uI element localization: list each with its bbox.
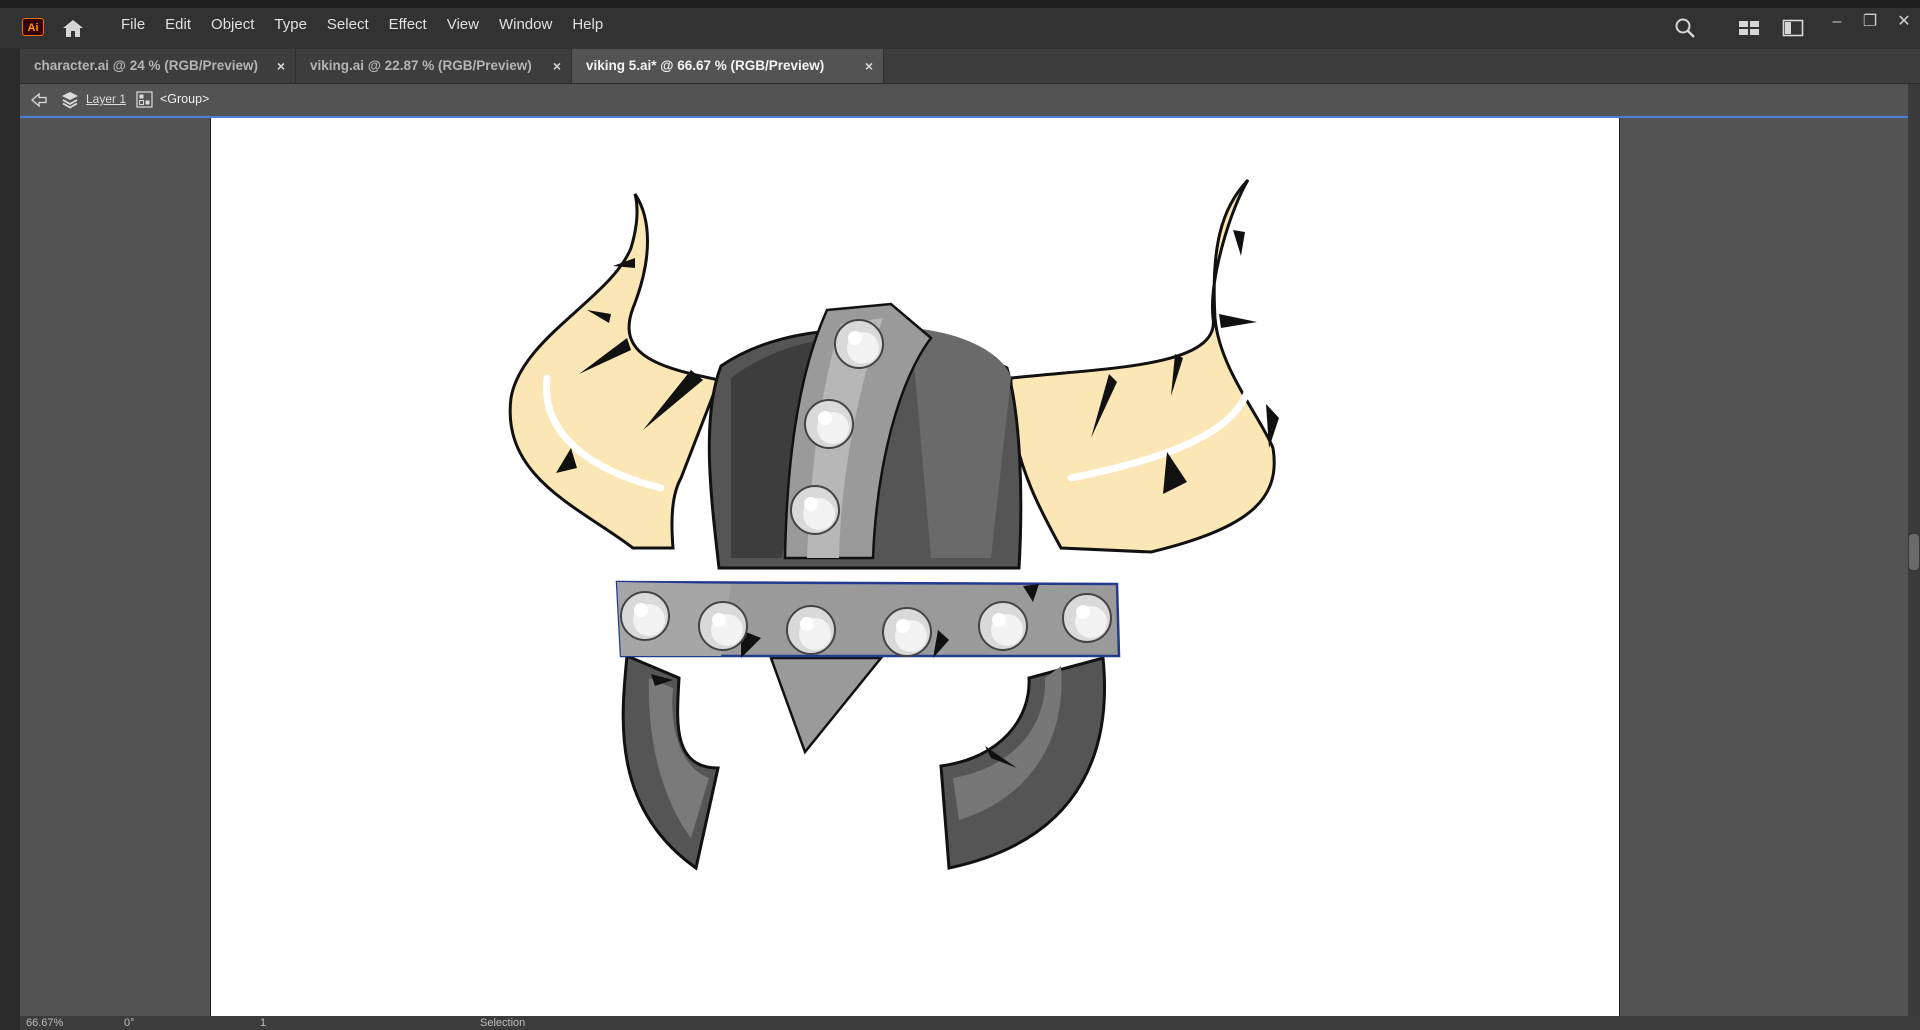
menu-object[interactable]: Object <box>210 14 255 35</box>
tab-close-button[interactable]: × <box>277 49 285 83</box>
rivet <box>790 485 840 535</box>
rivet <box>804 399 854 449</box>
tab-close-button[interactable]: × <box>553 49 561 83</box>
search-icon[interactable] <box>1674 17 1696 39</box>
rivet <box>834 319 884 369</box>
menu-file[interactable]: File <box>120 14 146 35</box>
artboard[interactable] <box>210 118 1620 1016</box>
rivet <box>698 601 748 651</box>
workspace-switcher-icon[interactable] <box>1782 19 1804 37</box>
scroll-thumb[interactable] <box>1909 534 1919 570</box>
tab-character[interactable]: character.ai @ 24 % (RGB/Preview) × <box>20 49 296 83</box>
viking-helmet-artwork[interactable] <box>211 118 1619 1016</box>
tab-viking-5[interactable]: viking 5.ai* @ 66.67 % (RGB/Preview) × <box>572 49 884 83</box>
restore-button[interactable]: ❐ <box>1858 12 1882 32</box>
zoom-level[interactable]: 66.67% <box>26 1016 63 1030</box>
document-tabs: character.ai @ 24 % (RGB/Preview) × viki… <box>20 49 1920 84</box>
menu-effect[interactable]: Effect <box>388 14 428 35</box>
nose-guard[interactable] <box>769 656 884 755</box>
tab-label: character.ai @ 24 % (RGB/Preview) <box>34 58 259 73</box>
rivet <box>978 601 1028 651</box>
title-edge <box>0 0 1920 8</box>
rivet <box>882 607 932 657</box>
left-horn[interactable] <box>508 193 722 550</box>
menu-edit[interactable]: Edit <box>164 14 192 35</box>
arrange-documents-icon[interactable] <box>1738 19 1760 37</box>
minimize-button[interactable]: – <box>1825 12 1849 32</box>
back-arrow-icon[interactable] <box>30 92 48 108</box>
menu-window[interactable]: Window <box>498 14 553 35</box>
group-icon <box>136 91 153 108</box>
rotation-value[interactable]: 0° <box>124 1016 135 1030</box>
layers-icon <box>62 92 78 109</box>
isolation-breadcrumb: Layer 1 <Group> <box>20 84 1908 118</box>
tab-label: viking.ai @ 22.87 % (RGB/Preview) <box>310 58 532 73</box>
current-tool[interactable]: Selection <box>480 1016 525 1030</box>
brow-band[interactable] <box>615 580 1121 658</box>
menu-bar: Ai File Edit Object Type Select Effect V… <box>0 0 1920 48</box>
cheek-guards[interactable] <box>621 653 1106 871</box>
menu-type[interactable]: Type <box>273 14 308 35</box>
rivet <box>786 605 836 655</box>
app-logo: Ai <box>22 18 44 36</box>
toolbar-edge <box>0 48 21 1030</box>
breadcrumb-layer[interactable]: Layer 1 <box>86 92 126 106</box>
rivet <box>620 591 670 641</box>
artboard-number[interactable]: 1 <box>260 1016 266 1030</box>
rivet <box>1062 593 1112 643</box>
menu-view[interactable]: View <box>446 14 480 35</box>
breadcrumb-group[interactable]: <Group> <box>160 92 209 106</box>
right-horn[interactable] <box>1009 178 1279 554</box>
tab-label: viking 5.ai* @ 66.67 % (RGB/Preview) <box>586 58 825 73</box>
tab-viking[interactable]: viking.ai @ 22.87 % (RGB/Preview) × <box>296 49 572 83</box>
menu-select[interactable]: Select <box>326 14 370 35</box>
status-bar: 66.67% 0° 1 Selection <box>20 1016 1920 1030</box>
home-icon[interactable] <box>60 18 86 38</box>
main-menu: File Edit Object Type Select Effect View… <box>120 14 604 35</box>
close-window-button[interactable]: ✕ <box>1892 12 1916 32</box>
illustrator-window: Ai File Edit Object Type Select Effect V… <box>0 0 1920 1030</box>
vertical-scrollbar[interactable] <box>1908 84 1920 1016</box>
tab-close-button[interactable]: × <box>865 49 873 83</box>
menu-help[interactable]: Help <box>571 14 604 35</box>
